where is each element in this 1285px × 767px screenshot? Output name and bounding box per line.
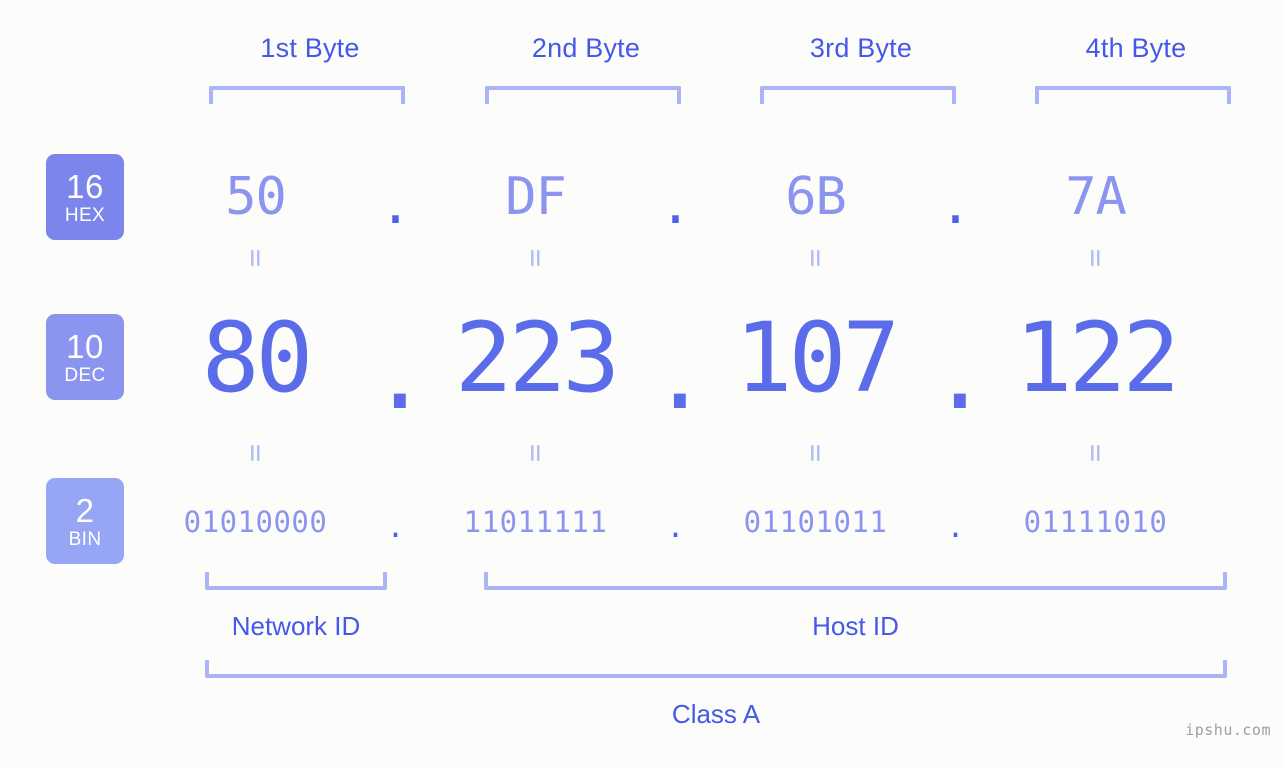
equals-cell-1: = [140,243,371,273]
hex-value-row: 50 . DF . 6B . 7A [140,157,1260,237]
byte-header-label-3: 3rd Byte [809,33,913,63]
radix-badge-hex-name: HEX [64,204,106,226]
network-id-label: Network ID [231,611,361,641]
dec-separator-1: . [371,319,429,431]
host-id-label: Host ID [812,611,899,641]
bin-byte-2: 11011111 [463,505,608,539]
bin-separator-1: . [386,510,405,545]
dec-byte-3: 107 [734,302,900,414]
equals-icon: = [1078,248,1114,268]
equals-spacer [651,438,700,468]
bin-value-row: 01010000 . 11011111 . 01101011 . 0111101… [140,498,1260,546]
ip-address-breakdown-diagram: 1st Byte 2nd Byte 3rd Byte 4th Byte 16 H… [0,0,1285,767]
byte-header-label-4: 4th Byte [1085,33,1187,63]
equals-icon: = [798,443,834,463]
equals-cell-4: = [980,243,1211,273]
equals-spacer [371,243,420,273]
dec-separator-3: . [931,319,989,431]
hex-byte-3: 6B [785,167,847,227]
equals-spacer [371,438,420,468]
byte-header-label-2: 2nd Byte [531,33,641,63]
equals-cell-2: = [420,438,651,468]
network-id-bracket [205,572,387,590]
bin-separator-3: . [946,510,965,545]
equals-row-dec-bin: = = = = [140,438,1260,468]
equals-icon: = [238,248,274,268]
dec-byte-1: 80 [201,302,314,414]
dec-byte-4: 122 [1014,302,1180,414]
host-id-bracket [484,572,1227,590]
byte-bracket-1 [209,86,405,104]
radix-badge-bin-number: 2 [75,491,95,529]
radix-badge-dec-name: DEC [64,364,106,386]
hex-separator-3: . [939,176,972,236]
dec-value-row: 80 . 223 . 107 . 122 [140,300,1260,431]
hex-byte-4: 7A [1065,167,1127,227]
bin-byte-3: 01101011 [743,505,888,539]
hex-byte-2: DF [505,167,567,227]
bin-byte-4: 01111010 [1023,505,1168,539]
equals-cell-2: = [420,243,651,273]
equals-cell-4: = [980,438,1211,468]
byte-header-label-1: 1st Byte [260,33,360,63]
byte-bracket-4 [1035,86,1231,104]
equals-icon: = [518,443,554,463]
radix-badge-dec: 10 DEC [46,314,124,400]
site-watermark: ipshu.com [1185,721,1271,739]
byte-bracket-3 [760,86,956,104]
hex-separator-2: . [659,176,692,236]
equals-row-hex-dec: = = = = [140,243,1260,273]
dec-separator-2: . [651,319,709,431]
hex-separator-1: . [379,176,412,236]
bin-separator-2: . [666,510,685,545]
equals-icon: = [518,248,554,268]
byte-bracket-2 [485,86,681,104]
radix-badge-hex: 16 HEX [46,154,124,240]
class-label: Class A [671,699,761,729]
equals-cell-1: = [140,438,371,468]
radix-badge-bin-name: BIN [68,528,102,550]
equals-cell-3: = [700,438,931,468]
hex-byte-1: 50 [225,167,287,227]
equals-spacer [931,243,980,273]
radix-badge-bin: 2 BIN [46,478,124,564]
equals-icon: = [238,443,274,463]
bin-byte-1: 01010000 [183,505,328,539]
radix-badge-dec-number: 10 [66,327,104,365]
radix-badge-hex-number: 16 [66,167,104,205]
equals-spacer [931,438,980,468]
dec-byte-2: 223 [454,302,620,414]
class-bracket [205,660,1227,678]
equals-spacer [651,243,700,273]
equals-icon: = [1078,443,1114,463]
equals-icon: = [798,248,834,268]
equals-cell-3: = [700,243,931,273]
